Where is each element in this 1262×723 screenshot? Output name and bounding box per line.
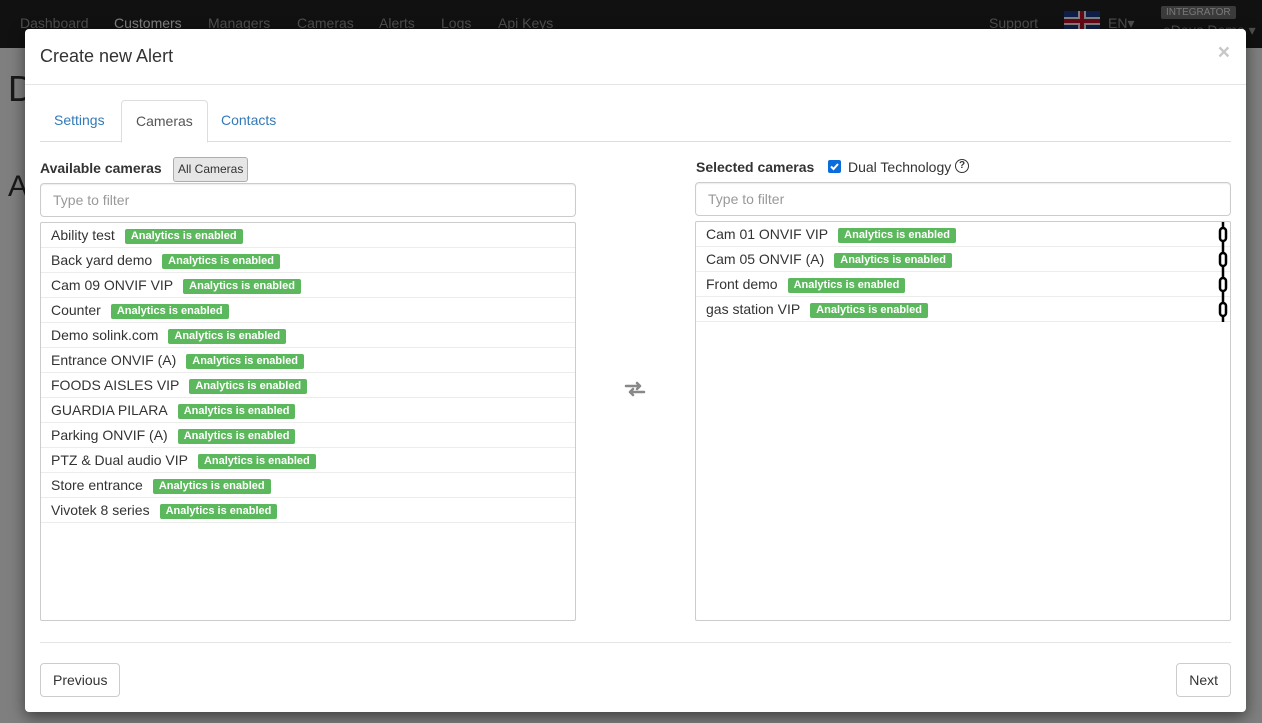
previous-button[interactable]: Previous — [40, 663, 121, 697]
camera-row[interactable]: Vivotek 8 series Analytics is enabled — [41, 498, 575, 523]
analytics-badge: Analytics is enabled — [152, 479, 271, 494]
close-icon[interactable]: × — [1218, 42, 1230, 63]
chain-link-icon[interactable] — [1218, 272, 1228, 297]
camera-row[interactable]: Store entrance Analytics is enabled — [41, 473, 575, 498]
analytics-badge: Analytics is enabled — [810, 303, 928, 318]
camera-row[interactable]: Ability test Analytics is enabled — [41, 223, 575, 248]
selected-cameras-label: Selected cameras — [696, 159, 815, 175]
footer-divider — [40, 642, 1231, 643]
camera-row[interactable]: FOODS AISLES VIP Analytics is enabled — [41, 373, 575, 398]
camera-name: FOODS AISLES VIP — [51, 377, 180, 393]
dual-technology-checkbox[interactable] — [828, 160, 841, 173]
analytics-badge: Analytics is enabled — [110, 304, 229, 319]
analytics-badge: Analytics is enabled — [124, 229, 243, 244]
camera-name: Cam 01 ONVIF VIP — [706, 226, 829, 242]
camera-row[interactable]: gas station VIP Analytics is enabled — [696, 297, 1230, 322]
camera-name: Vivotek 8 series — [51, 502, 150, 518]
camera-name: gas station VIP — [706, 301, 801, 317]
analytics-badge: Analytics is enabled — [834, 253, 953, 268]
help-icon[interactable]: ? — [955, 159, 969, 173]
camera-name: Cam 09 ONVIF VIP — [51, 277, 174, 293]
dual-technology-label: Dual Technology — [848, 159, 952, 175]
create-alert-modal: Create new Alert × Settings Cameras Cont… — [25, 29, 1246, 712]
tab-contacts[interactable]: Contacts — [207, 100, 290, 142]
analytics-badge: Analytics is enabled — [197, 454, 316, 469]
camera-name: Cam 05 ONVIF (A) — [706, 251, 825, 267]
camera-row[interactable]: GUARDIA PILARA Analytics is enabled — [41, 398, 575, 423]
selected-cameras-list[interactable]: Cam 01 ONVIF VIP Analytics is enabled Cam … — [695, 221, 1231, 621]
chain-link-icon[interactable] — [1218, 247, 1228, 272]
analytics-badge: Analytics is enabled — [838, 228, 956, 243]
available-cameras-list[interactable]: Ability test Analytics is enabled Back yar… — [40, 222, 576, 621]
camera-name: Demo solink.com — [51, 327, 159, 343]
modal-header: Create new Alert × — [25, 29, 1246, 85]
camera-row[interactable]: Parking ONVIF (A) Analytics is enabled — [41, 423, 575, 448]
camera-row[interactable]: Counter Analytics is enabled — [41, 298, 575, 323]
camera-name: Front demo — [706, 276, 778, 292]
analytics-badge: Analytics is enabled — [162, 254, 280, 269]
modal-title: Create new Alert — [40, 46, 174, 66]
camera-name: Counter — [51, 302, 101, 318]
transfer-arrows-icon[interactable] — [624, 380, 646, 398]
camera-name: GUARDIA PILARA — [51, 402, 168, 418]
camera-name: Parking ONVIF (A) — [51, 427, 168, 443]
analytics-badge: Analytics is enabled — [787, 278, 906, 293]
tab-settings[interactable]: Settings — [40, 100, 119, 142]
camera-row[interactable]: Cam 05 ONVIF (A) Analytics is enabled — [696, 247, 1230, 272]
next-button[interactable]: Next — [1176, 663, 1231, 697]
analytics-badge: Analytics is enabled — [177, 404, 296, 419]
all-cameras-button[interactable]: All Cameras — [173, 157, 249, 182]
camera-name: Back yard demo — [51, 252, 153, 268]
camera-row[interactable]: Back yard demo Analytics is enabled — [41, 248, 575, 273]
analytics-badge: Analytics is enabled — [186, 354, 305, 369]
tab-bar: Settings Cameras Contacts — [40, 100, 1231, 143]
analytics-badge: Analytics is enabled — [189, 379, 308, 394]
chain-link-icon[interactable] — [1218, 222, 1228, 247]
camera-name: Store entrance — [51, 477, 143, 493]
available-cameras-label: Available cameras — [40, 160, 162, 176]
camera-row[interactable]: Cam 09 ONVIF VIP Analytics is enabled — [41, 273, 575, 298]
camera-row[interactable]: Demo solink.com Analytics is enabled — [41, 323, 575, 348]
camera-row[interactable]: PTZ & Dual audio VIP Analytics is enabled — [41, 448, 575, 473]
tab-cameras[interactable]: Cameras — [121, 100, 208, 143]
checkmark-icon — [830, 163, 839, 171]
camera-row[interactable]: Cam 01 ONVIF VIP Analytics is enabled — [696, 222, 1230, 247]
chain-link-icon[interactable] — [1218, 297, 1228, 322]
selected-filter-input[interactable] — [695, 182, 1231, 216]
analytics-badge: Analytics is enabled — [159, 504, 278, 519]
analytics-badge: Analytics is enabled — [183, 279, 301, 294]
camera-name: PTZ & Dual audio VIP — [51, 452, 188, 468]
available-filter-input[interactable] — [40, 183, 576, 217]
camera-name: Ability test — [51, 227, 115, 243]
analytics-badge: Analytics is enabled — [177, 429, 296, 444]
analytics-badge: Analytics is enabled — [168, 329, 287, 344]
camera-row[interactable]: Entrance ONVIF (A) Analytics is enabled — [41, 348, 575, 373]
camera-name: Entrance ONVIF (A) — [51, 352, 177, 368]
camera-row[interactable]: Front demo Analytics is enabled — [696, 272, 1230, 297]
